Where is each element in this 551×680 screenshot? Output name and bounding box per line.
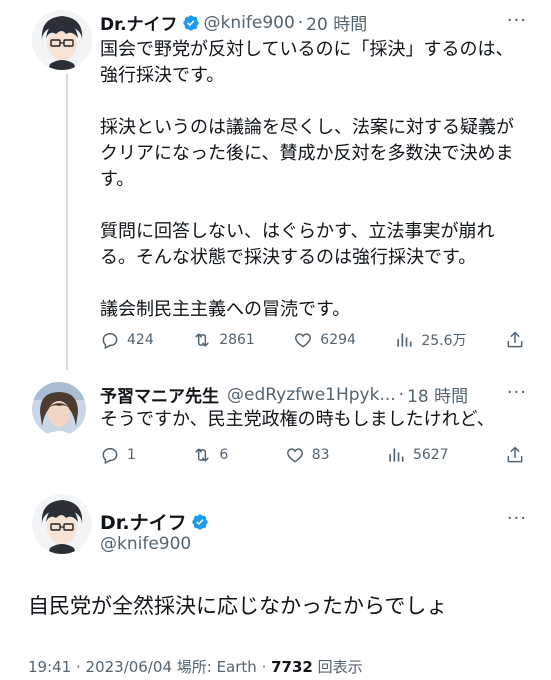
views-button[interactable]: 25.6万 (394, 330, 467, 350)
like-button[interactable]: 83 (285, 445, 330, 465)
separator-dot: · (297, 12, 304, 33)
tweet-paragraph: 採決というのは議論を尽くし、法案に対する疑義がクリアになった後に、賛成か反対を多… (100, 117, 514, 190)
reply-button[interactable]: 424 (100, 330, 154, 350)
retweet-count: 6 (219, 447, 229, 463)
tweet-paragraph: 議会制民主主義への冒涜です。 (100, 299, 351, 320)
view-count: 25.6万 (421, 333, 467, 349)
avatar[interactable] (32, 494, 92, 554)
action-bar: 1 6 83 5627 (100, 443, 525, 467)
more-options-icon[interactable]: ··· (507, 508, 527, 529)
display-name[interactable]: Dr.ナイフ (100, 10, 178, 35)
separator-dot: · (398, 384, 405, 405)
reply-count: 424 (127, 332, 154, 348)
share-icon[interactable] (505, 330, 525, 350)
tweet-paragraph: 質問に回答しない、はぐらかす、立法事実が崩れる。そんな状態で採決するのは強行採決… (100, 221, 495, 268)
display-name-text[interactable]: Dr.ナイフ (100, 508, 187, 535)
view-label: 回表示 (312, 658, 363, 676)
user-handle[interactable]: @knife900 (100, 534, 191, 554)
user-handle[interactable]: @knife900 (204, 13, 295, 33)
display-name[interactable]: Dr.ナイフ (100, 508, 213, 535)
view-count: 7732 (271, 658, 313, 676)
verified-badge-icon (182, 14, 200, 32)
tweet-text: 自民党が全然採決に応じなかったからでしょ (28, 594, 448, 618)
action-bar: 424 2861 6294 25.6万 (100, 328, 525, 352)
reply-icon (102, 333, 118, 350)
retweet-icon (195, 333, 209, 347)
timestamp[interactable]: 18 時間 (407, 382, 468, 407)
tweet-header: 予習マニア先生 @edRyzfwe1Hpyk... · 18 時間 (100, 382, 468, 408)
more-options-icon[interactable]: ··· (507, 382, 527, 403)
thread-connector (66, 74, 68, 370)
retweet-button[interactable]: 2861 (192, 330, 255, 350)
tweet-header: Dr.ナイフ @knife900 · 20 時間 (100, 10, 367, 36)
views-icon (389, 448, 404, 462)
tweet-text: 国会で野党が反対しているのに「採決」するのは、強行採決です。 採決というのは議論… (100, 37, 530, 323)
reply-button[interactable]: 1 (100, 445, 136, 465)
like-count: 6294 (320, 332, 356, 348)
verified-badge-icon (191, 513, 209, 531)
reply-icon (102, 448, 118, 465)
tweet-text: そうですか、民主党政権の時もしましたけれど、 (100, 409, 495, 430)
view-count: 5627 (412, 447, 449, 463)
views-button[interactable]: 5627 (386, 445, 449, 465)
timestamp-location[interactable]: 19:41 · 2023/06/04 場所: Earth · (28, 658, 271, 676)
more-options-icon[interactable]: ··· (507, 10, 527, 31)
tweet-2[interactable]: 予習マニア先生 @edRyzfwe1Hpyk... · 18 時間 ··· そう… (0, 370, 551, 480)
views-icon (397, 333, 412, 347)
avatar[interactable] (32, 382, 86, 436)
heart-icon (286, 448, 303, 463)
reply-count: 1 (127, 447, 136, 463)
timestamp[interactable]: 20 時間 (306, 10, 367, 35)
like-button[interactable]: 6294 (293, 330, 356, 350)
user-handle[interactable]: @edRyzfwe1Hpyk... (227, 385, 396, 405)
avatar[interactable] (32, 10, 92, 70)
like-count: 83 (311, 447, 330, 463)
retweet-count: 2861 (219, 332, 255, 348)
share-icon[interactable] (505, 445, 525, 465)
retweet-icon (195, 448, 209, 462)
retweet-button[interactable]: 6 (192, 445, 228, 465)
tweet-1[interactable]: Dr.ナイフ @knife900 · 20 時間 ··· 国会で野党が反対してい… (0, 0, 551, 370)
tweet-meta: 19:41 · 2023/06/04 場所: Earth · 7732 回表示 (28, 656, 363, 677)
tweet-3-focused[interactable]: Dr.ナイフ @knife900 ··· 自民党が全然採決に応じなかったからでし… (0, 480, 551, 680)
display-name[interactable]: 予習マニア先生 (100, 382, 219, 407)
heart-icon (295, 333, 312, 348)
tweet-paragraph: 国会で野党が反対しているのに「採決」するのは、強行採決です。 (100, 39, 514, 86)
